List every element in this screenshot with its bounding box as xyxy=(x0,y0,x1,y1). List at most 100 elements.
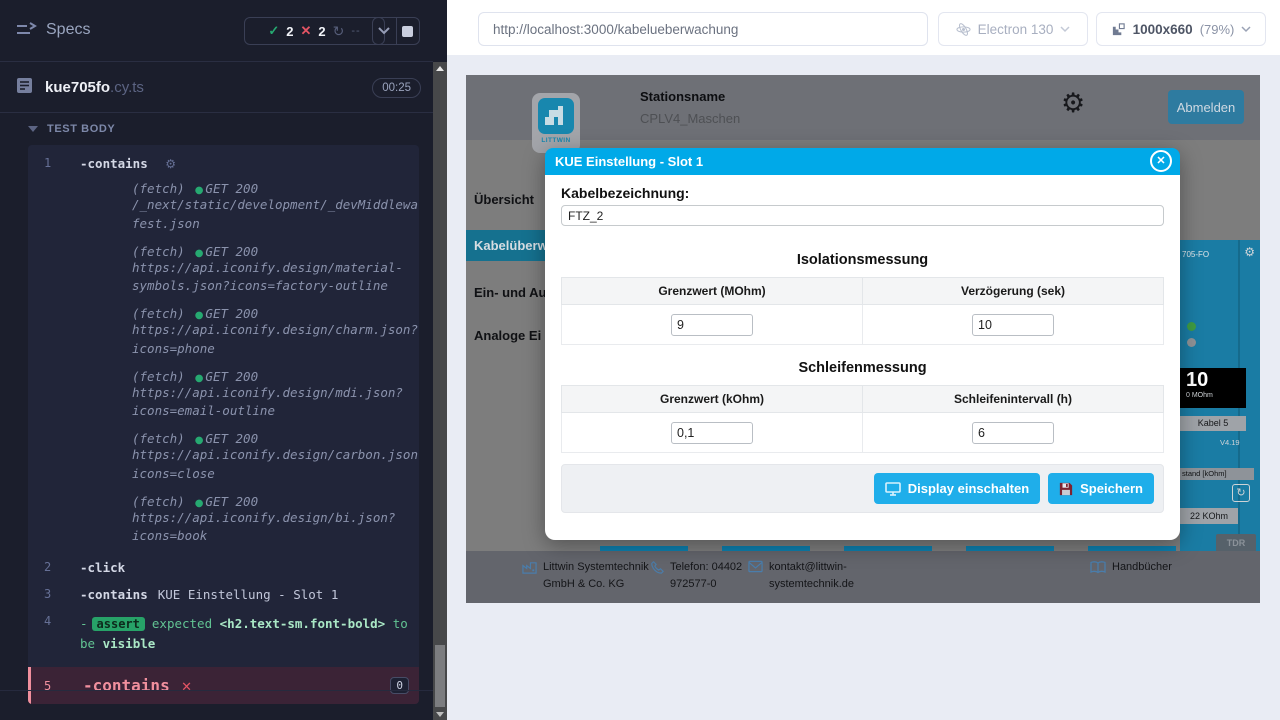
footer-email: kontakt@littwin-systemtechnik.de xyxy=(748,559,886,593)
failed-command-row[interactable]: 5 -contains ✕ 0 xyxy=(28,667,419,704)
monitor-icon xyxy=(885,482,901,496)
run-controls xyxy=(372,17,420,45)
assert-expected: expected xyxy=(152,616,212,631)
fetch-status: GET 200 xyxy=(205,494,258,509)
electron-icon xyxy=(956,22,971,37)
scroll-up-icon[interactable] xyxy=(436,66,444,71)
fetch-label: (fetch) xyxy=(132,369,185,384)
factory-icon xyxy=(522,560,537,593)
test-body-toggle[interactable]: TEST BODY xyxy=(28,123,115,135)
scrollbar-thumb[interactable] xyxy=(435,645,445,707)
grenzwert-kohm-input[interactable] xyxy=(671,422,753,444)
command-row[interactable]: 3 -contains KUE Einstellung - Slot 1 xyxy=(28,580,419,607)
scroll-down-icon[interactable] xyxy=(436,712,444,717)
reporter-scrollbar[interactable] xyxy=(433,62,447,720)
settings-gear-icon[interactable]: ⚙ xyxy=(1061,88,1085,119)
app-footer: Littwin Systemtechnik GmbH & Co. KG Tele… xyxy=(466,551,1260,603)
isolationsmessung-title: Isolationsmessung xyxy=(561,252,1164,268)
stop-icon xyxy=(402,26,413,37)
status-led-green xyxy=(1187,322,1196,331)
fetch-url: /_next/static/development/_devMiddleware… xyxy=(132,196,419,234)
specs-title[interactable]: Specs xyxy=(46,21,90,39)
gear-icon: ⚙ xyxy=(165,157,176,171)
fetch-status: GET 200 xyxy=(205,181,258,196)
modal-title: KUE Einstellung - Slot 1 xyxy=(555,154,703,169)
measurement-display: 10 0 MOhm xyxy=(1180,368,1246,408)
collapse-chevron-icon[interactable] xyxy=(373,18,396,44)
spec-extension: .cy.ts xyxy=(110,79,144,96)
assert-selector: <h2.text-sm.font-bold> xyxy=(220,616,386,631)
fetch-status: GET 200 xyxy=(205,306,258,321)
verzoegerung-sek-input[interactable] xyxy=(972,314,1054,336)
command-argument: KUE Einstellung - Slot 1 xyxy=(158,587,339,602)
kabel-label: Kabel 5 xyxy=(1180,416,1246,431)
specs-menu-icon[interactable] xyxy=(16,22,38,43)
command-name: -contains xyxy=(80,587,148,602)
command-name: -contains xyxy=(83,676,170,695)
station-value: CPLV4_Maschen xyxy=(640,111,740,126)
column-header: Grenzwert (kOhm) xyxy=(562,386,863,413)
save-floppy-icon xyxy=(1059,482,1073,496)
fetch-url: https://api.iconify.design/mdi.json?icon… xyxy=(132,384,419,422)
grenzwert-mohm-input[interactable] xyxy=(671,314,753,336)
chevron-down-icon xyxy=(1241,26,1251,33)
littwin-logo-text: LITTWIN xyxy=(532,137,580,144)
kabelbezeichnung-label: Kabelbezeichnung: xyxy=(561,185,1164,201)
column-header: Verzögerung (sek) xyxy=(863,278,1164,305)
littwin-logo: LITTWIN xyxy=(532,93,580,153)
stop-button[interactable] xyxy=(397,18,420,44)
assert-row[interactable]: 4 -assertexpected <h2.text-sm.font-bold>… xyxy=(28,607,419,659)
fetch-log[interactable]: (fetch)●GET 200 /_next/static/developmen… xyxy=(132,181,419,234)
schleifenmessung-table: Grenzwert (kOhm) Schleifenintervall (h) xyxy=(561,385,1164,453)
schleifenintervall-input[interactable] xyxy=(972,422,1054,444)
slot-card-partial: 705-FO ⚙ 10 0 MOhm Kabel 5 V4.19 stand [… xyxy=(1180,240,1260,552)
phone-icon xyxy=(650,560,664,593)
fetch-label: (fetch) xyxy=(132,306,185,321)
fetch-log[interactable]: (fetch)●GET 200 https://api.iconify.desi… xyxy=(132,494,419,547)
assert-visible: visible xyxy=(103,636,156,651)
spec-row[interactable]: kue705fo.cy.ts 00:25 xyxy=(0,63,433,113)
failed-icon: ✕ xyxy=(300,23,311,39)
url-bar[interactable]: http://localhost:3000/kabelueberwachung xyxy=(478,12,928,46)
fetch-log[interactable]: (fetch)●GET 200 https://api.iconify.desi… xyxy=(132,244,419,297)
station-label: Stationsname xyxy=(640,89,725,104)
display-value: 10 xyxy=(1186,369,1246,392)
fetch-log[interactable]: (fetch)●GET 200 https://api.iconify.desi… xyxy=(132,369,419,422)
slot-gear-icon[interactable]: ⚙ xyxy=(1244,245,1255,259)
table-cell xyxy=(863,413,1164,453)
ruler-icon xyxy=(1111,22,1126,37)
speichern-button[interactable]: Speichern xyxy=(1048,473,1154,504)
failed-count: 2 xyxy=(318,24,325,39)
fetch-log[interactable]: (fetch)●GET 200 https://api.iconify.desi… xyxy=(132,306,419,359)
command-number: 2 xyxy=(28,560,80,575)
viewport-size: 1000x660 xyxy=(1133,22,1193,37)
reporter-header: Specs ✓ 2 ✕ 2 ↻ -- xyxy=(0,0,433,62)
fetch-url: https://api.iconify.design/material-symb… xyxy=(132,259,419,297)
table-cell xyxy=(562,305,863,345)
command-row[interactable]: 2 -click xyxy=(28,553,419,580)
kabelbezeichnung-input[interactable] xyxy=(561,205,1164,226)
close-icon[interactable]: ✕ xyxy=(1150,150,1172,172)
command-row[interactable]: 1 -contains ⚙ (fetch)●GET 200 /_next/sta… xyxy=(28,149,419,553)
cypress-reporter: Specs ✓ 2 ✕ 2 ↻ -- kue705fo.cy.ts 00:25 … xyxy=(0,0,447,720)
tdr-button[interactable]: TDR xyxy=(1216,534,1256,552)
logout-button[interactable]: Abmelden xyxy=(1168,90,1244,124)
browser-selector[interactable]: Electron 130 xyxy=(938,12,1088,46)
command-number: 3 xyxy=(28,587,80,602)
footer-company: Littwin Systemtechnik GmbH & Co. KG xyxy=(522,559,670,593)
fetch-log[interactable]: (fetch)●GET 200 https://api.iconify.desi… xyxy=(132,431,419,484)
display-einschalten-button[interactable]: Display einschalten xyxy=(874,473,1040,504)
chevron-down-icon xyxy=(28,126,38,132)
command-number: 1 xyxy=(28,156,80,548)
resistance-label: stand [kOhm] xyxy=(1180,468,1254,480)
command-number: 4 xyxy=(28,614,80,654)
status-dot-icon: ● xyxy=(195,373,204,384)
refresh-icon[interactable]: ↻ xyxy=(1232,484,1250,502)
slot-card-title: 705-FO xyxy=(1182,250,1209,259)
footer-handbooks[interactable]: Handbücher xyxy=(1090,559,1200,579)
status-dot-icon: ● xyxy=(195,185,204,196)
viewport-selector[interactable]: 1000x660 (79%) xyxy=(1096,12,1266,46)
status-dot-icon: ● xyxy=(195,498,204,509)
status-dot-icon: ● xyxy=(195,248,204,259)
chevron-down-icon xyxy=(1060,26,1070,33)
